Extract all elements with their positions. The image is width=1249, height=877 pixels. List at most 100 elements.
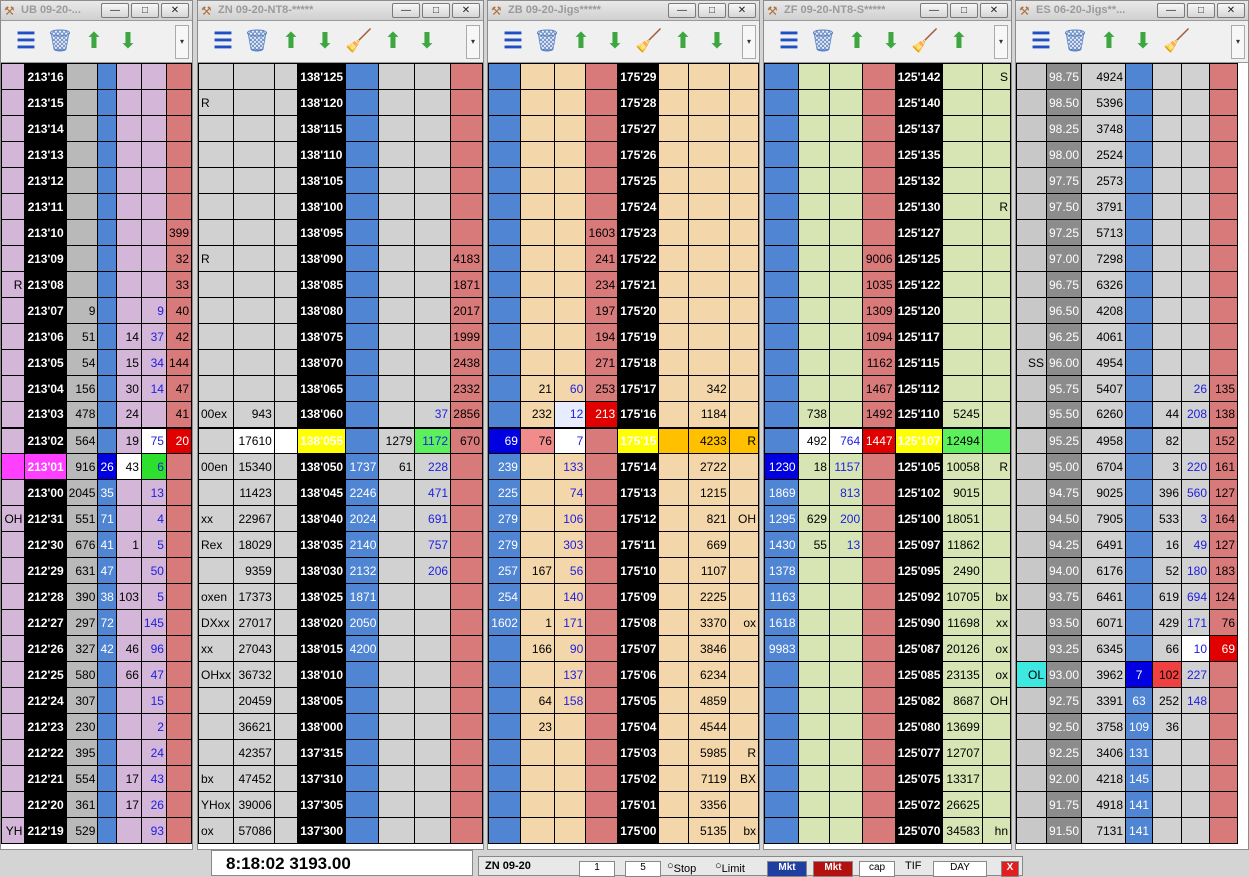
ladder-cell[interactable]: [1, 375, 26, 402]
ladder-cell[interactable]: [233, 141, 275, 168]
price-cell[interactable]: 125'087: [894, 635, 944, 662]
ladder-row[interactable]: OH 212'31 551 71 4: [1, 505, 192, 532]
ladder-cell[interactable]: [1209, 63, 1239, 90]
ladder-cell[interactable]: [1152, 115, 1183, 142]
ladder-cell[interactable]: [115, 115, 142, 142]
ladder-cell[interactable]: [1, 531, 26, 558]
bid-size-cell[interactable]: [488, 817, 521, 844]
price-cell[interactable]: 125'085: [894, 661, 944, 688]
bid-size-cell[interactable]: [345, 271, 380, 298]
ladder-cell[interactable]: 76: [519, 426, 555, 454]
bid-size-cell[interactable]: [345, 765, 380, 792]
ladder-row[interactable]: 91.75 4918 141: [1016, 791, 1239, 818]
price-cell[interactable]: 125'105: [894, 453, 944, 480]
ladder-cell[interactable]: [797, 583, 830, 610]
ladder-cell[interactable]: 2332: [450, 375, 483, 402]
ladder-row[interactable]: 1163 125'092 10705 bx: [764, 583, 1011, 610]
bid-size-cell[interactable]: 1737: [345, 453, 380, 480]
close-order-bar-button[interactable]: X: [1001, 861, 1019, 877]
ladder-cell[interactable]: 180: [1181, 557, 1211, 584]
ladder-cell[interactable]: [1209, 765, 1239, 792]
price-cell[interactable]: 175'10: [617, 557, 660, 584]
ladder-cell[interactable]: 1184: [687, 401, 730, 428]
ladder-cell[interactable]: [862, 193, 896, 220]
ladder-cell[interactable]: [65, 141, 99, 168]
bid-size-cell[interactable]: [97, 323, 117, 350]
price-cell[interactable]: 138'105: [297, 167, 347, 194]
ladder-cell[interactable]: [165, 609, 192, 636]
ladder-cell[interactable]: [165, 167, 192, 194]
price-cell[interactable]: 175'21: [617, 271, 660, 298]
close-button[interactable]: ✕: [1217, 3, 1245, 18]
ladder-row[interactable]: 1602 1 171 175'08 3370 ox: [488, 609, 759, 636]
ladder-cell[interactable]: [65, 219, 99, 246]
ladder-cell[interactable]: 5135: [687, 817, 730, 844]
ladder-cell[interactable]: [414, 739, 452, 766]
ladder-cell[interactable]: [1016, 63, 1047, 90]
ladder-cell[interactable]: 2490: [942, 557, 983, 584]
bid-size-cell[interactable]: [1125, 426, 1154, 454]
ladder-cell[interactable]: [585, 141, 619, 168]
ladder-cell[interactable]: [165, 63, 192, 90]
ladder-cell[interactable]: [862, 557, 896, 584]
ladder-cell[interactable]: [981, 557, 1011, 584]
ladder-row[interactable]: 94.00 6176 52 180 183: [1016, 557, 1239, 584]
qty-input-1[interactable]: 1: [579, 861, 615, 877]
ladder-cell[interactable]: [1016, 739, 1047, 766]
ladder-cell[interactable]: 1162: [862, 349, 896, 376]
bid-size-cell[interactable]: [1125, 531, 1154, 558]
ladder-cell[interactable]: 9: [140, 297, 167, 324]
ladder-cell[interactable]: [519, 661, 555, 688]
ladder-row[interactable]: 92.25 3406 131: [1016, 739, 1239, 766]
ladder-cell[interactable]: [1, 193, 26, 220]
ladder-cell[interactable]: 3758: [1081, 713, 1127, 740]
price-ladder-grid[interactable]: 138'125 R 138'120 138'115 138'110 138'105 138'…: [198, 63, 483, 849]
ladder-cell[interactable]: 76: [1209, 609, 1239, 636]
ladder-cell[interactable]: 813: [828, 479, 864, 506]
ladder-cell[interactable]: 61: [378, 453, 416, 480]
ladder-row[interactable]: 257 167 56 175'10 1107: [488, 557, 759, 584]
ladder-cell[interactable]: [165, 193, 192, 220]
price-cell[interactable]: 125'077: [894, 739, 944, 766]
ladder-row[interactable]: 138'105: [198, 167, 483, 194]
bid-size-cell[interactable]: 2050: [345, 609, 380, 636]
ladder-cell[interactable]: [1181, 219, 1211, 246]
ladder-cell[interactable]: [519, 167, 555, 194]
ladder-cell[interactable]: [165, 557, 192, 584]
ladder-cell[interactable]: [658, 115, 689, 142]
ladder-cell[interactable]: [519, 479, 555, 506]
price-cell[interactable]: 212'20: [24, 791, 67, 818]
ladder-cell[interactable]: [828, 271, 864, 298]
ladder-cell[interactable]: [828, 115, 864, 142]
ladder-cell[interactable]: [198, 271, 234, 298]
price-cell[interactable]: 94.00: [1045, 557, 1083, 584]
ladder-row[interactable]: 98.50 5396: [1016, 89, 1239, 116]
ladder-cell[interactable]: [1181, 739, 1211, 766]
ladder-cell[interactable]: 43: [115, 453, 142, 480]
bid-size-cell[interactable]: [97, 661, 117, 688]
ladder-cell[interactable]: ox: [981, 635, 1011, 662]
price-cell[interactable]: 213'09: [24, 245, 67, 272]
ladder-row[interactable]: SS 96.00 4954: [1016, 349, 1239, 376]
ladder-row[interactable]: 138'115: [198, 115, 483, 142]
ladder-cell[interactable]: [1016, 271, 1047, 298]
ladder-row[interactable]: 212'22 395 24: [1, 739, 192, 766]
price-cell[interactable]: 138'065: [297, 375, 347, 402]
ladder-cell[interactable]: 194: [585, 323, 619, 350]
ladder-cell[interactable]: [797, 739, 830, 766]
bid-size-cell[interactable]: 38: [97, 583, 117, 610]
ladder-cell[interactable]: [65, 271, 99, 298]
ladder-cell[interactable]: 24: [115, 401, 142, 428]
ladder-row[interactable]: 213'11: [1, 193, 192, 220]
ladder-cell[interactable]: [658, 635, 689, 662]
ladder-row[interactable]: 93.25 6345 66 10 69: [1016, 635, 1239, 662]
ladder-cell[interactable]: R: [1, 271, 26, 298]
ladder-row[interactable]: 138'095: [198, 219, 483, 246]
ladder-row[interactable]: 125'077 12707: [764, 739, 1011, 766]
ladder-cell[interactable]: [273, 609, 299, 636]
ladder-cell[interactable]: [519, 791, 555, 818]
ladder-cell[interactable]: 9359: [233, 557, 275, 584]
ladder-row[interactable]: 125'085 23135 ox: [764, 661, 1011, 688]
price-cell[interactable]: 138'005: [297, 687, 347, 714]
price-cell[interactable]: 138'100: [297, 193, 347, 220]
